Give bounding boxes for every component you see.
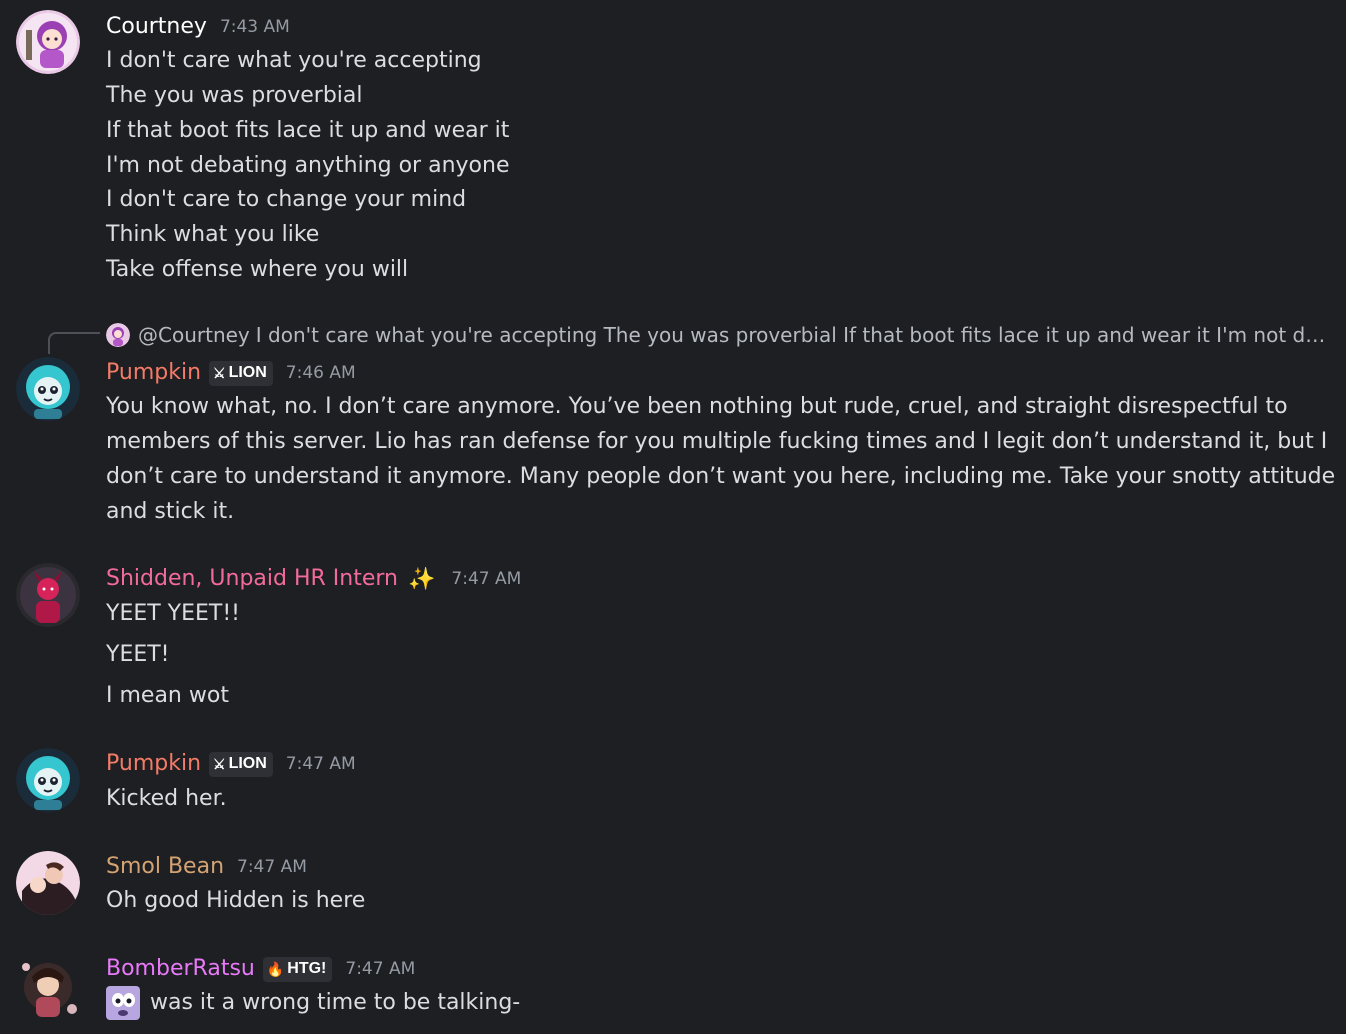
author-name[interactable]: Pumpkin [106, 750, 201, 778]
message-line: was it a wrong time to be talking- [106, 985, 520, 1020]
message-line: I don't care to change your mind [106, 187, 467, 212]
timestamp[interactable]: 7:46 AM [286, 359, 356, 387]
reply-snippet[interactable]: @Courtney I don't care what you're accept… [138, 320, 1334, 350]
timestamp[interactable]: 7:47 AM [286, 750, 356, 778]
timestamp[interactable]: 7:43 AM [220, 13, 290, 41]
message-line: Kicked her. [106, 786, 227, 811]
shocked-ghost-emoji[interactable] [106, 985, 140, 1020]
message-line: YEET! [106, 642, 170, 667]
role-badge[interactable]: 🔥 HTG! [262, 956, 333, 982]
message-line: YEET YEET!! [106, 601, 240, 626]
avatar-shidden[interactable] [16, 563, 80, 627]
author-name[interactable]: BomberRatsu [106, 955, 255, 983]
timestamp[interactable]: 7:47 AM [345, 955, 415, 983]
reply-preview[interactable]: @Courtney I don't care what you're accept… [48, 320, 1338, 354]
timestamp[interactable]: 7:47 AM [451, 565, 521, 593]
timestamp[interactable]: 7:47 AM [237, 853, 307, 881]
avatar-courtney[interactable] [16, 10, 80, 74]
message-line: I mean wot [106, 683, 229, 708]
role-badge-label: LION [228, 364, 267, 381]
role-badge-label: HTG! [287, 960, 327, 977]
role-badge-label: LION [228, 755, 267, 772]
sparkles-icon: ✨ [408, 566, 436, 592]
reply-author[interactable]: @Courtney [138, 323, 250, 347]
role-badge[interactable]: ⚔ LION [209, 360, 273, 386]
avatar-smol-bean[interactable] [16, 851, 80, 915]
message-line: I don't care what you're accepting [106, 48, 482, 73]
sword-icon: ⚔ [213, 755, 226, 772]
reply-content: I don't care what you're accepting The y… [255, 323, 1334, 347]
author-name[interactable]: Courtney [106, 13, 207, 41]
message-line: I'm not debating anything or anyone [106, 153, 510, 178]
flame-icon: 🔥 [266, 960, 285, 977]
role-badge[interactable]: ⚔ LION [209, 751, 273, 777]
reply-spine [48, 332, 100, 354]
message-line: Oh good Hidden is here [106, 888, 366, 913]
avatar-pumpkin[interactable] [16, 357, 80, 421]
message-line: Think what you like [106, 222, 320, 247]
author-name[interactable]: Smol Bean [106, 853, 224, 881]
reply-avatar[interactable] [106, 323, 130, 347]
message-text: was it a wrong time to be talking- [150, 990, 521, 1015]
author-name[interactable]: Shidden, Unpaid HR Intern [106, 565, 398, 593]
avatar-pumpkin[interactable] [16, 748, 80, 812]
message-line: Take offense where you will [106, 257, 409, 282]
message-line: The you was proverbial [106, 83, 363, 108]
author-name[interactable]: Pumpkin [106, 359, 201, 387]
message-text: You know what, no. I don’t care anymore.… [106, 394, 1336, 524]
message-line: If that boot fits lace it up and wear it [106, 118, 510, 143]
avatar-bomberratsu[interactable] [12, 953, 84, 1025]
sword-icon: ⚔ [213, 364, 226, 381]
